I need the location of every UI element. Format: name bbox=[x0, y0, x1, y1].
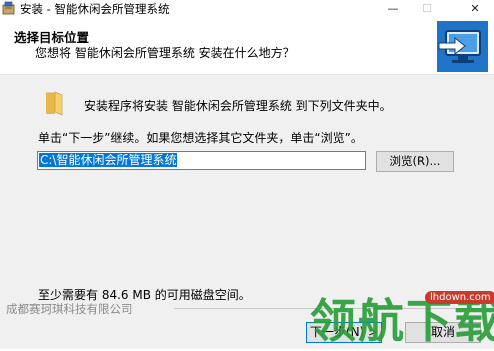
install-path-input[interactable]: C:\智能休闲会所管理系统 bbox=[37, 151, 366, 170]
maximize-button: ☐ bbox=[422, 2, 432, 15]
watermark: 领航下载 lhdown.com bbox=[310, 285, 494, 349]
watermark-url: lhdown.com bbox=[425, 291, 494, 304]
title-bar: 安装 - 智能休闲会所管理系统 — ☐ ✕ bbox=[0, 0, 494, 17]
wizard-header: 选择目标位置 您想将 智能休闲会所管理系统 安装在什么地方？ bbox=[0, 17, 494, 75]
folder-icon bbox=[46, 91, 63, 116]
install-path-value: C:\智能休闲会所管理系统 bbox=[39, 153, 178, 167]
page-subtitle: 您想将 智能休闲会所管理系统 安装在什么地方？ bbox=[35, 46, 295, 60]
minimize-button[interactable]: — bbox=[378, 0, 408, 17]
browse-button[interactable]: 浏览(R)... bbox=[376, 151, 454, 172]
window-title: 安装 - 智能休闲会所管理系统 bbox=[20, 2, 170, 16]
instruction-text: 单击“下一步”继续。如果您想选择其它文件夹，单击“浏览”。 bbox=[38, 131, 363, 145]
monitor-arrow-icon bbox=[437, 21, 488, 72]
close-button[interactable]: ✕ bbox=[460, 0, 490, 17]
installer-box-icon bbox=[2, 1, 15, 15]
company-name: 成都赛珂琪科技有限公司 bbox=[6, 302, 133, 316]
intro-text: 安装程序将安装 智能休闲会所管理系统 到下列文件夹中。 bbox=[84, 99, 392, 113]
